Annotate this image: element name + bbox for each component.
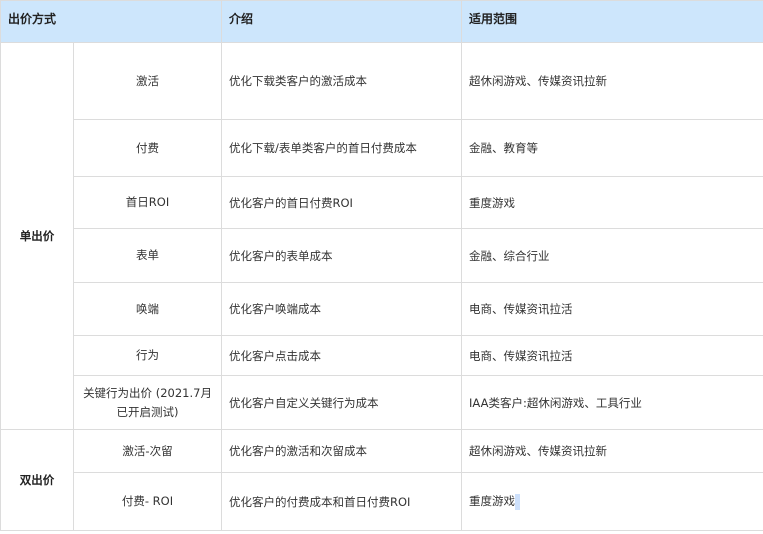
table-row: 双出价 激活-次留 优化客户的激活和次留成本 超休闲游戏、传媒资讯拉新 [0, 429, 763, 531]
group-single-bid: 单出价 [0, 42, 74, 430]
header-scope: 适用范围 [461, 0, 763, 43]
intro-cell: 优化客户唤端成本 [221, 282, 463, 336]
scope-cell: 电商、传媒资讯拉活 [461, 282, 763, 336]
scope-cell: 电商、传媒资讯拉活 [461, 335, 763, 376]
intro-cell: 优化客户的付费成本和首日付费ROI [221, 472, 463, 531]
intro-cell: 优化下载/表单类客户的首日付费成本 [221, 119, 463, 177]
intro-cell: 优化客户自定义关键行为成本 [221, 375, 463, 430]
table-row: 唤端 优化客户唤端成本 电商、传媒资讯拉活 [1, 282, 763, 336]
method-cell: 首日ROI [72, 176, 223, 229]
header-method: 出价方式 [0, 0, 223, 43]
table-header: 出价方式 介绍 适用范围 [0, 0, 763, 43]
table-row: 关键行为出价 (2021.7月已开启测试) 优化客户自定义关键行为成本 IAA类… [1, 375, 763, 430]
table-row: 表单 优化客户的表单成本 金融、综合行业 [1, 228, 763, 283]
intro-cell: 优化客户的激活和次留成本 [221, 429, 463, 473]
method-cell: 关键行为出价 (2021.7月已开启测试) [72, 375, 223, 430]
method-cell: 付费- ROI [72, 472, 223, 531]
table-row: 首日ROI 优化客户的首日付费ROI 重度游戏 [1, 176, 763, 229]
intro-cell: 优化下载类客户的激活成本 [221, 42, 463, 120]
method-cell: 表单 [72, 228, 223, 283]
table-row: 行为 优化客户点击成本 电商、传媒资讯拉活 [1, 335, 763, 376]
table-row: 付费- ROI 优化客户的付费成本和首日付费ROI 重度游戏 [1, 472, 763, 531]
method-cell: 激活-次留 [72, 429, 223, 473]
method-cell: 行为 [72, 335, 223, 376]
scope-cell: 超休闲游戏、传媒资讯拉新 [461, 42, 763, 120]
scope-cell: 金融、教育等 [461, 119, 763, 177]
intro-cell: 优化客户点击成本 [221, 335, 463, 376]
header-intro: 介绍 [221, 0, 463, 43]
group-dual-bid: 双出价 [0, 429, 74, 531]
table-row: 付费 优化下载/表单类客户的首日付费成本 金融、教育等 [1, 119, 763, 177]
scope-cell: 重度游戏 [461, 472, 763, 531]
method-cell: 唤端 [72, 282, 223, 336]
bidding-table: 出价方式 介绍 适用范围 单出价 激活 优化下载类客户的激活成本 超休闲游戏、传… [0, 0, 763, 531]
intro-cell: 优化客户的首日付费ROI [221, 176, 463, 229]
method-cell: 激活 [72, 42, 223, 120]
scope-cell: IAA类客户:超休闲游戏、工具行业 [461, 375, 763, 430]
scope-text: 重度游戏 [469, 494, 516, 509]
table-row: 单出价 激活 优化下载类客户的激活成本 超休闲游戏、传媒资讯拉新 [0, 42, 763, 430]
intro-cell: 优化客户的表单成本 [221, 228, 463, 283]
scope-cell: 金融、综合行业 [461, 228, 763, 283]
scope-cell: 重度游戏 [461, 176, 763, 229]
method-cell: 付费 [72, 119, 223, 177]
scope-cell: 超休闲游戏、传媒资讯拉新 [461, 429, 763, 473]
text-cursor-selection [515, 493, 521, 510]
